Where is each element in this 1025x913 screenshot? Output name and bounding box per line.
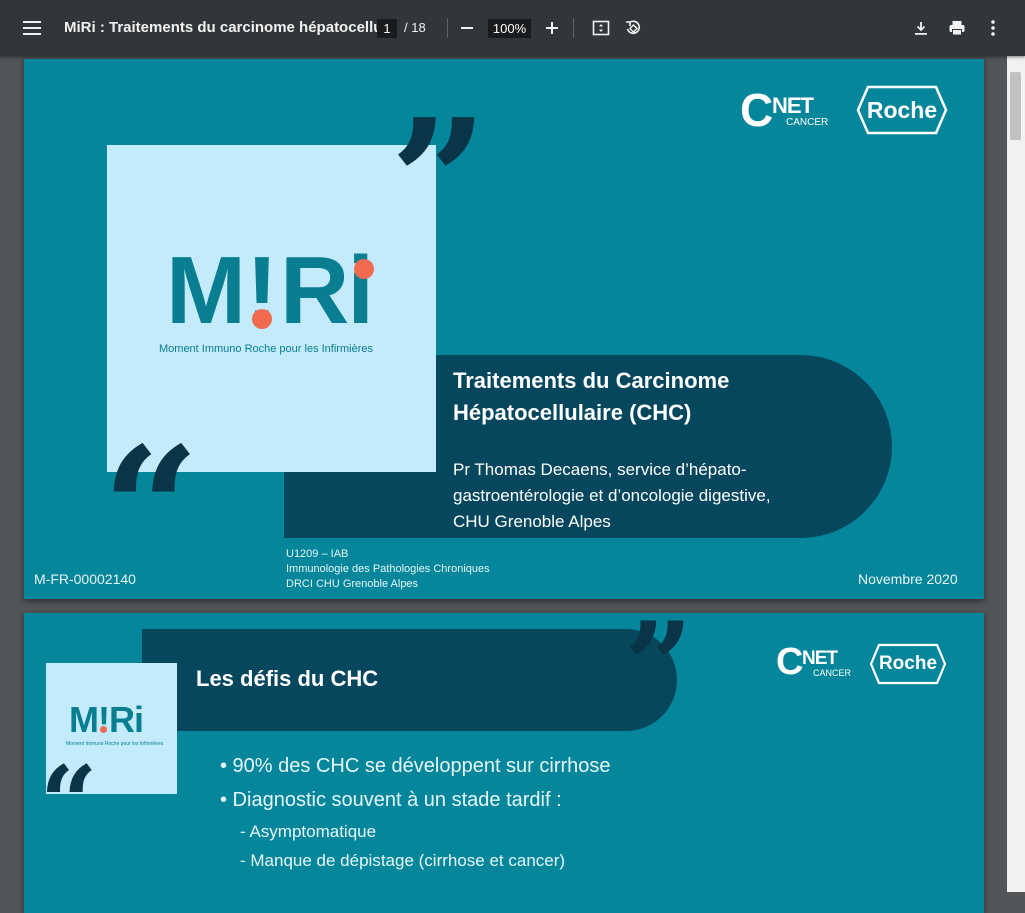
document-title: MiRi : Traitements du carcinome hépatoce…	[64, 19, 395, 36]
zoom-out-icon[interactable]	[455, 16, 479, 40]
pdf-page-2: ” C NET CANCER Roche M!Ri Moment Immuno …	[24, 613, 984, 913]
slide-title-line: Hépatocellulaire (CHC)	[453, 400, 692, 425]
page-number-input[interactable]: 1	[377, 19, 397, 38]
toolbar-divider	[447, 18, 448, 38]
bullet-item: • 90% des CHC se développent sur cirrhos…	[220, 755, 611, 777]
closing-quote-icon: ”	[624, 613, 694, 737]
slide-title-line: Traitements du Carcinome	[453, 368, 730, 393]
page-total: / 18	[404, 20, 426, 35]
scrollbar[interactable]	[1007, 56, 1025, 892]
document-date: Novembre 2020	[858, 571, 958, 587]
toolbar-divider	[573, 18, 574, 38]
opening-quote-icon: “	[40, 744, 98, 862]
author-line: gastroentérologie et d’oncologie digesti…	[453, 486, 771, 505]
sub-bullet-item: - Manque de dépistage (cirrhose et cance…	[240, 851, 566, 870]
slide-title: Les défis du CHC	[196, 666, 379, 691]
closing-quote-icon: ”	[390, 82, 488, 282]
scrollbar-thumb[interactable]	[1010, 72, 1021, 140]
bullet-item: • Diagnostic souvent à un stade tardif :	[220, 789, 562, 811]
roche-logo: Roche	[869, 643, 947, 690]
pdf-toolbar: MiRi : Traitements du carcinome hépatoce…	[0, 0, 1025, 56]
opening-quote-icon: “	[102, 410, 200, 599]
affiliation-line: DRCI CHU Grenoble Alpes	[286, 578, 419, 590]
affiliation-line: U1209 – IAB	[286, 548, 349, 560]
print-icon[interactable]	[945, 16, 969, 40]
roche-logo: Roche	[856, 85, 948, 140]
more-icon[interactable]	[981, 16, 1005, 40]
download-icon[interactable]	[909, 16, 933, 40]
sub-bullet-item: - Asymptomatique	[240, 822, 377, 841]
fit-page-icon[interactable]	[589, 16, 613, 40]
pdf-page-1: C NET CANCER Roche M ! Ri Moment Immuno …	[24, 59, 984, 599]
author-line: Pr Thomas Decaens, service d’hépato-	[453, 460, 747, 479]
affiliation-line: Immunologie des Pathologies Chroniques	[286, 563, 490, 575]
zoom-in-icon[interactable]	[540, 16, 564, 40]
document-code: M-FR-00002140	[34, 571, 136, 587]
rotate-icon[interactable]	[621, 16, 645, 40]
zoom-level-input[interactable]: 100%	[488, 19, 531, 38]
menu-icon[interactable]	[14, 14, 50, 42]
author-line: CHU Grenoble Alpes	[453, 512, 611, 531]
